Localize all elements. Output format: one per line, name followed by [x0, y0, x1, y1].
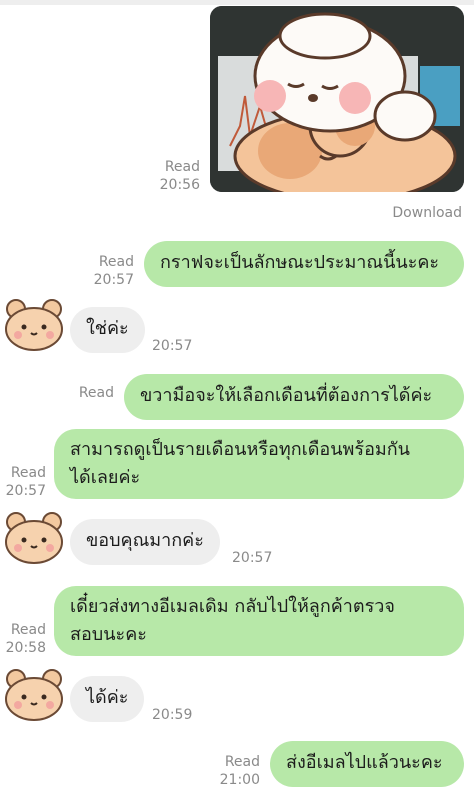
message-meta: Read 20:57 [0, 464, 46, 500]
read-status: Read [164, 159, 200, 175]
message-time: 20:57 [232, 550, 273, 566]
incoming-message[interactable]: ขอบคุณมากค่ะ [70, 519, 220, 565]
outgoing-message[interactable]: กราฟจะเป็นลักษณะประมาณนี้นะคะ [144, 241, 464, 287]
message-time: 21:00 [219, 772, 260, 788]
message-time: 20:57 [152, 338, 193, 354]
read-status: Read [98, 254, 134, 270]
message-line: เดี๋ยวส่งทางอีเมลเดิม กลับไปให้ลูกค้าตรว… [70, 596, 395, 617]
bear-avatar-icon [5, 299, 63, 351]
incoming-message[interactable]: ได้ค่ะ [70, 676, 145, 722]
outgoing-message[interactable]: เดี๋ยวส่งทางอีเมลเดิม กลับไปให้ลูกค้าตรว… [54, 586, 464, 656]
read-status: Read [10, 622, 46, 638]
message-meta: Read 20:58 [0, 621, 46, 657]
read-status: Read [10, 465, 46, 481]
message-time: 20:57 [93, 272, 134, 288]
message-line: ได้เลยค่ะ [70, 467, 141, 488]
bear-avatar-icon [5, 669, 63, 721]
message-time: 20:57 [5, 483, 46, 499]
shared-image[interactable] [210, 6, 464, 192]
outgoing-message[interactable]: สามารถดูเป็นรายเดือนหรือทุกเดือนพร้อมกัน… [54, 429, 464, 499]
message-meta: Read 20:57 [84, 253, 134, 289]
incoming-message[interactable]: ใช่ค่ะ [70, 307, 145, 353]
top-divider [0, 0, 474, 5]
bear-avatar-icon [5, 512, 63, 564]
download-link[interactable]: Download [392, 205, 462, 221]
message-time: 20:56 [159, 177, 200, 193]
read-status: Read [224, 754, 260, 770]
outgoing-message[interactable]: ส่งอีเมลไปแล้วนะคะ [270, 741, 464, 787]
message-time: 20:58 [5, 640, 46, 656]
image-message-meta: Read 20:56 [150, 158, 200, 194]
message-time: 20:59 [152, 707, 193, 723]
read-status: Read [78, 385, 114, 401]
message-line: สามารถดูเป็นรายเดือนหรือทุกเดือนพร้อมกัน [70, 439, 410, 460]
message-meta: Read 21:00 [210, 753, 260, 789]
message-line: สอบนะคะ [70, 624, 147, 645]
screenshot-thumbnail [210, 6, 464, 192]
outgoing-message[interactable]: ขวามือจะให้เลือกเดือนที่ต้องการได้ค่ะ [124, 374, 464, 420]
